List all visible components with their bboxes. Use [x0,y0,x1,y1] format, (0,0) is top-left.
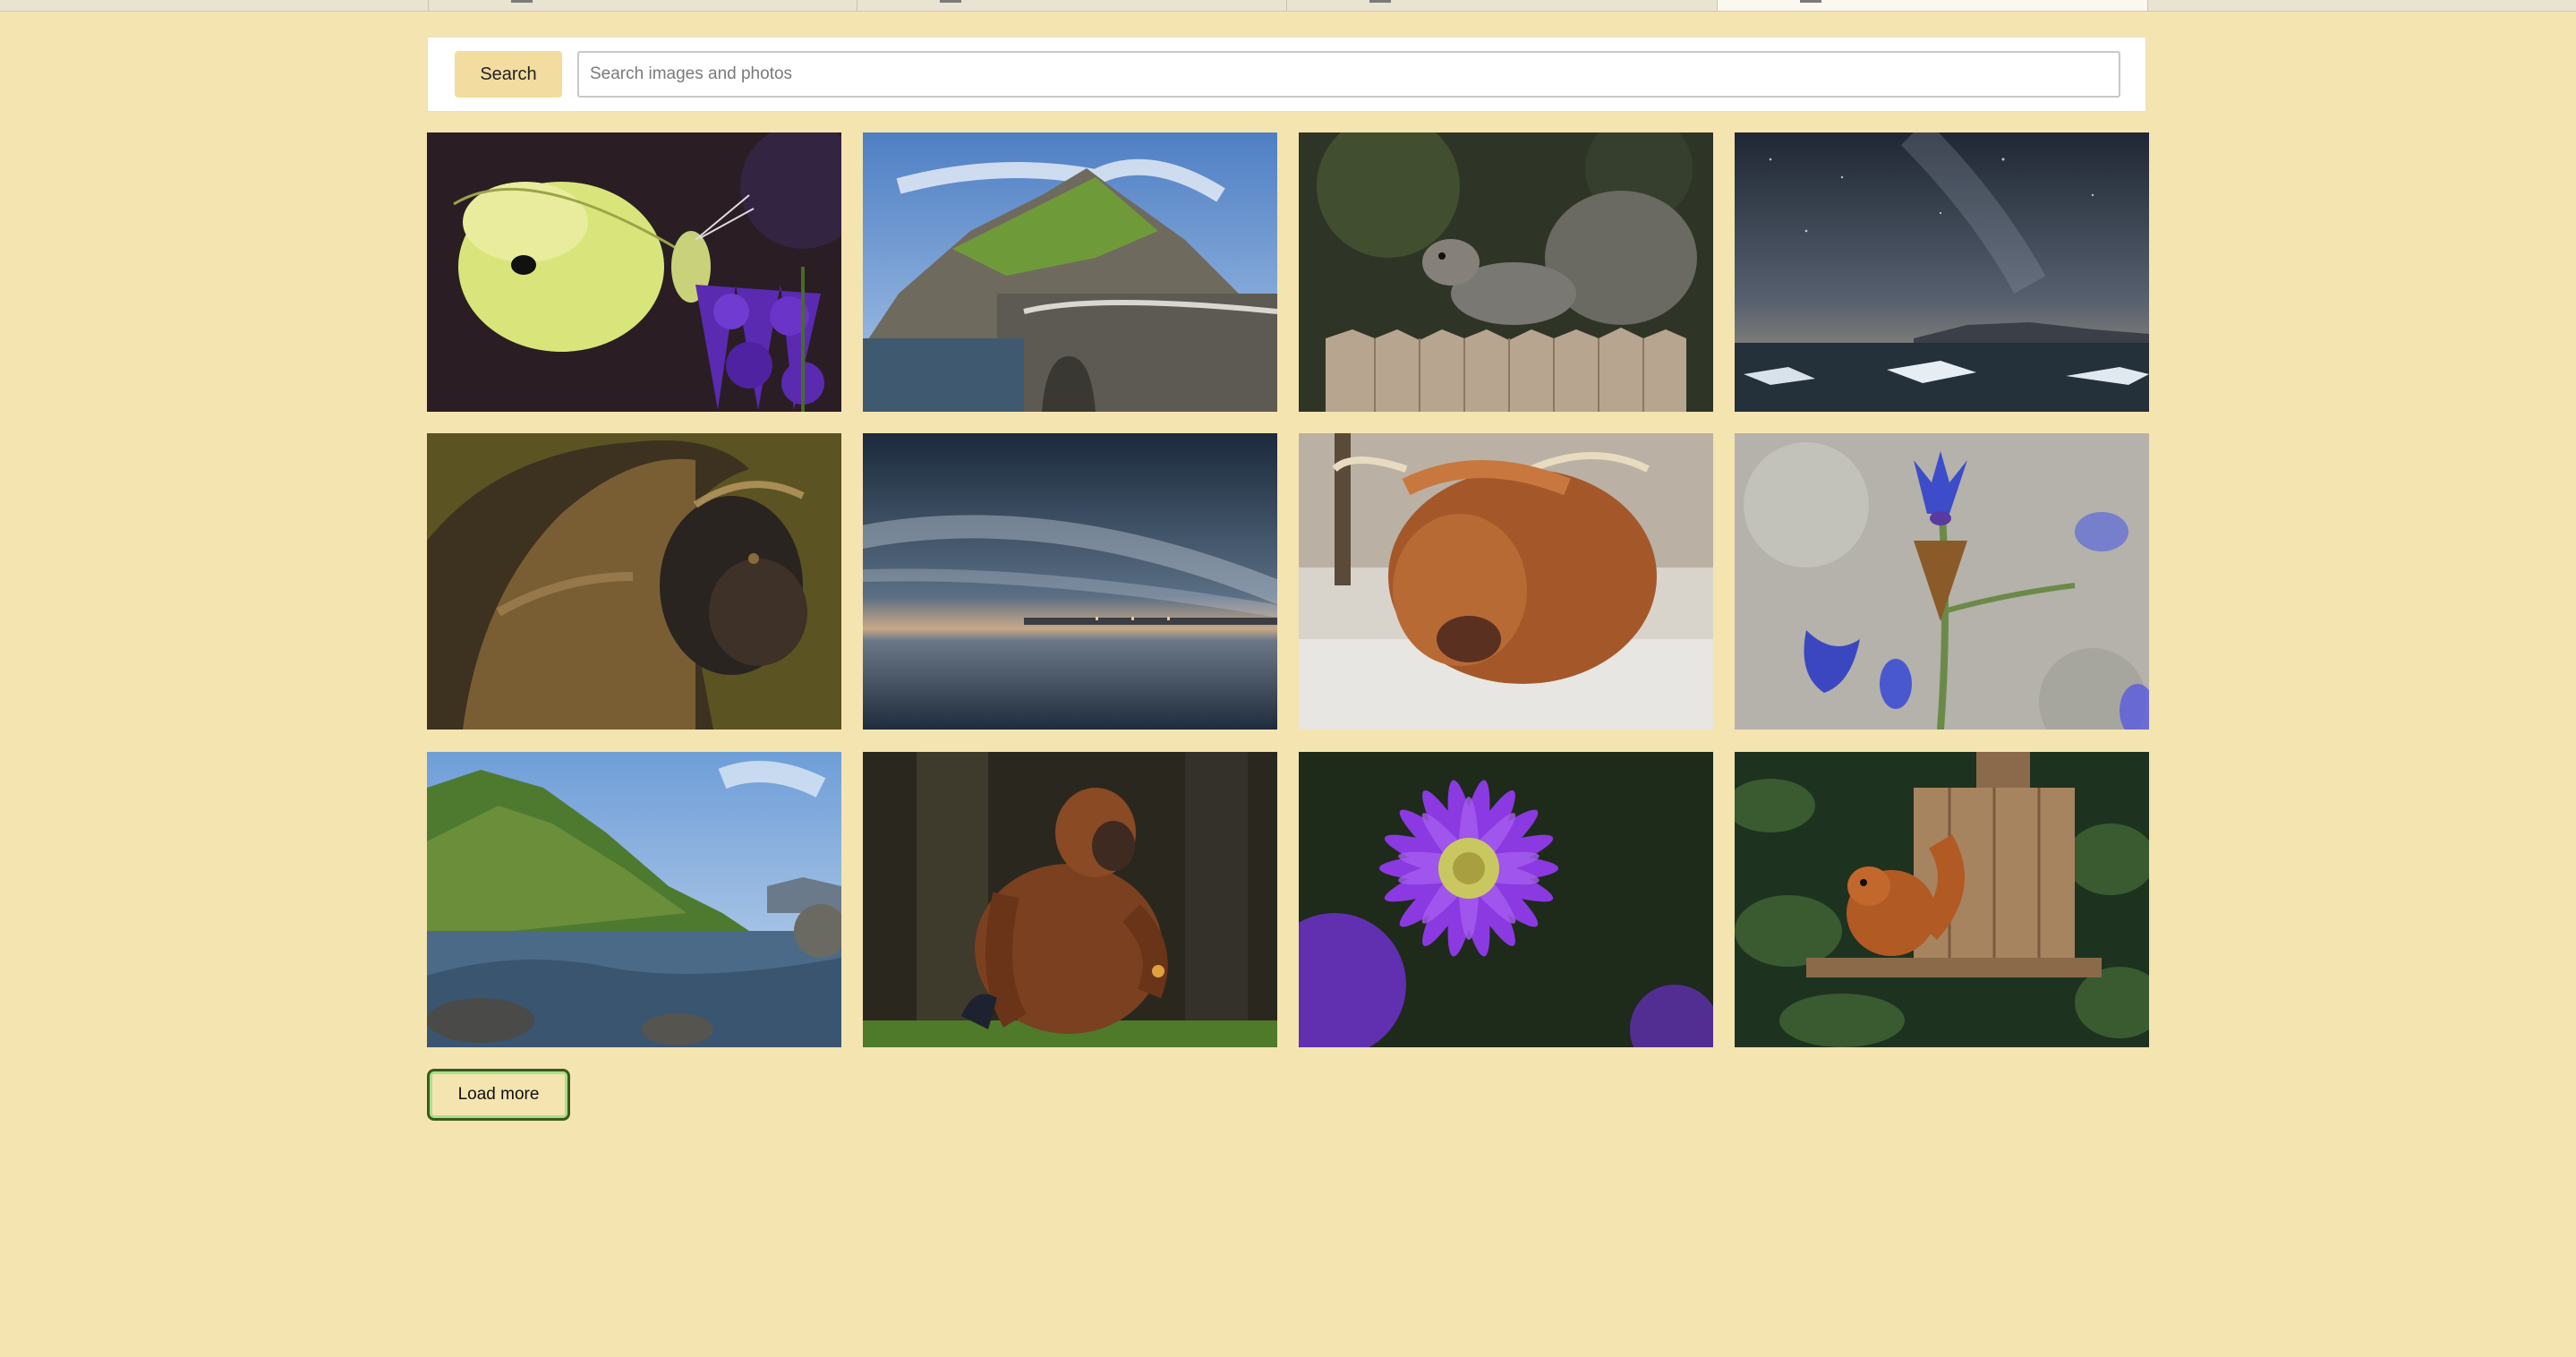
tab-4[interactable] [1287,0,1718,11]
tab-icon [1800,0,1821,3]
tab-active[interactable] [1718,0,2148,11]
calm-sea-horizon-image[interactable] [863,433,1277,730]
tab-icon [1369,0,1391,3]
butterfly-on-lavender-image[interactable] [427,132,841,412]
tab-icon [940,0,961,3]
tab-icon [511,0,533,3]
red-squirrel-feeder-image[interactable] [1735,752,2149,1047]
search-bar: Search [427,37,2146,112]
gelada-monkey-image[interactable] [427,433,841,730]
squirrel-on-fence-image[interactable] [1299,132,1713,412]
coastal-island-path-image[interactable] [863,132,1277,412]
purple-aster-flower-image[interactable] [1299,752,1713,1047]
orangutan-sitting-image[interactable] [863,752,1277,1047]
search-button[interactable]: Search [455,51,562,98]
night-sky-lake-ice-image[interactable] [1735,132,2149,412]
green-coastal-cliffs-image[interactable] [427,752,841,1047]
load-more-button[interactable]: Load more [427,1069,570,1121]
tab-2[interactable] [429,0,857,11]
search-input[interactable] [577,51,2120,98]
tab-1[interactable] [0,0,429,11]
moth-on-blue-flower-image[interactable] [1735,433,2149,730]
tab-3[interactable] [857,0,1287,11]
highland-cow-image[interactable] [1299,433,1713,730]
browser-tab-strip [0,0,2576,12]
